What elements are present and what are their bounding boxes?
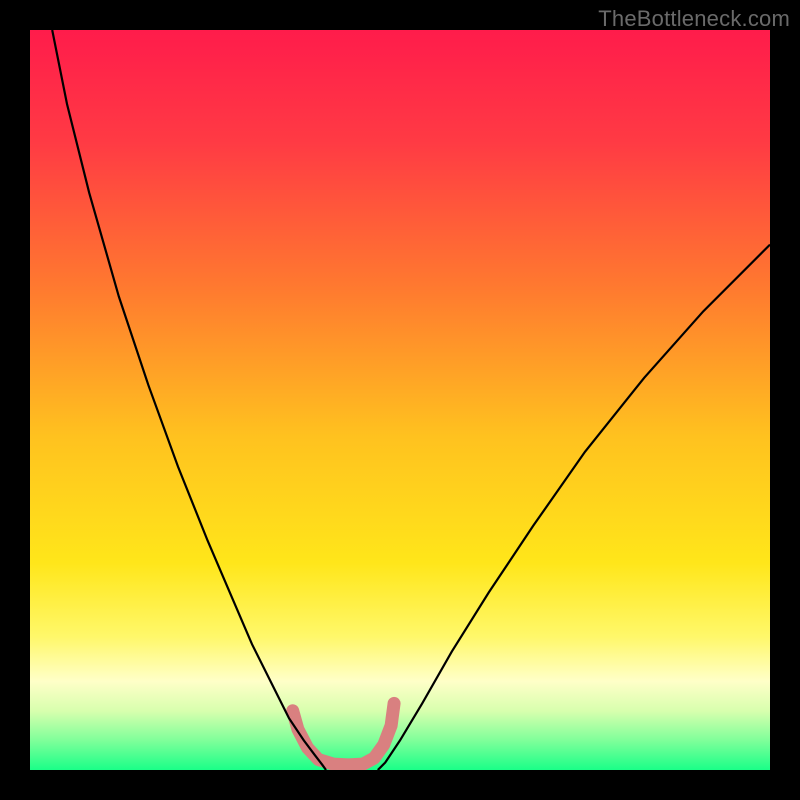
bottleneck-chart (30, 30, 770, 770)
gradient-background (30, 30, 770, 770)
chart-frame (30, 30, 770, 770)
watermark-text: TheBottleneck.com (598, 6, 790, 32)
